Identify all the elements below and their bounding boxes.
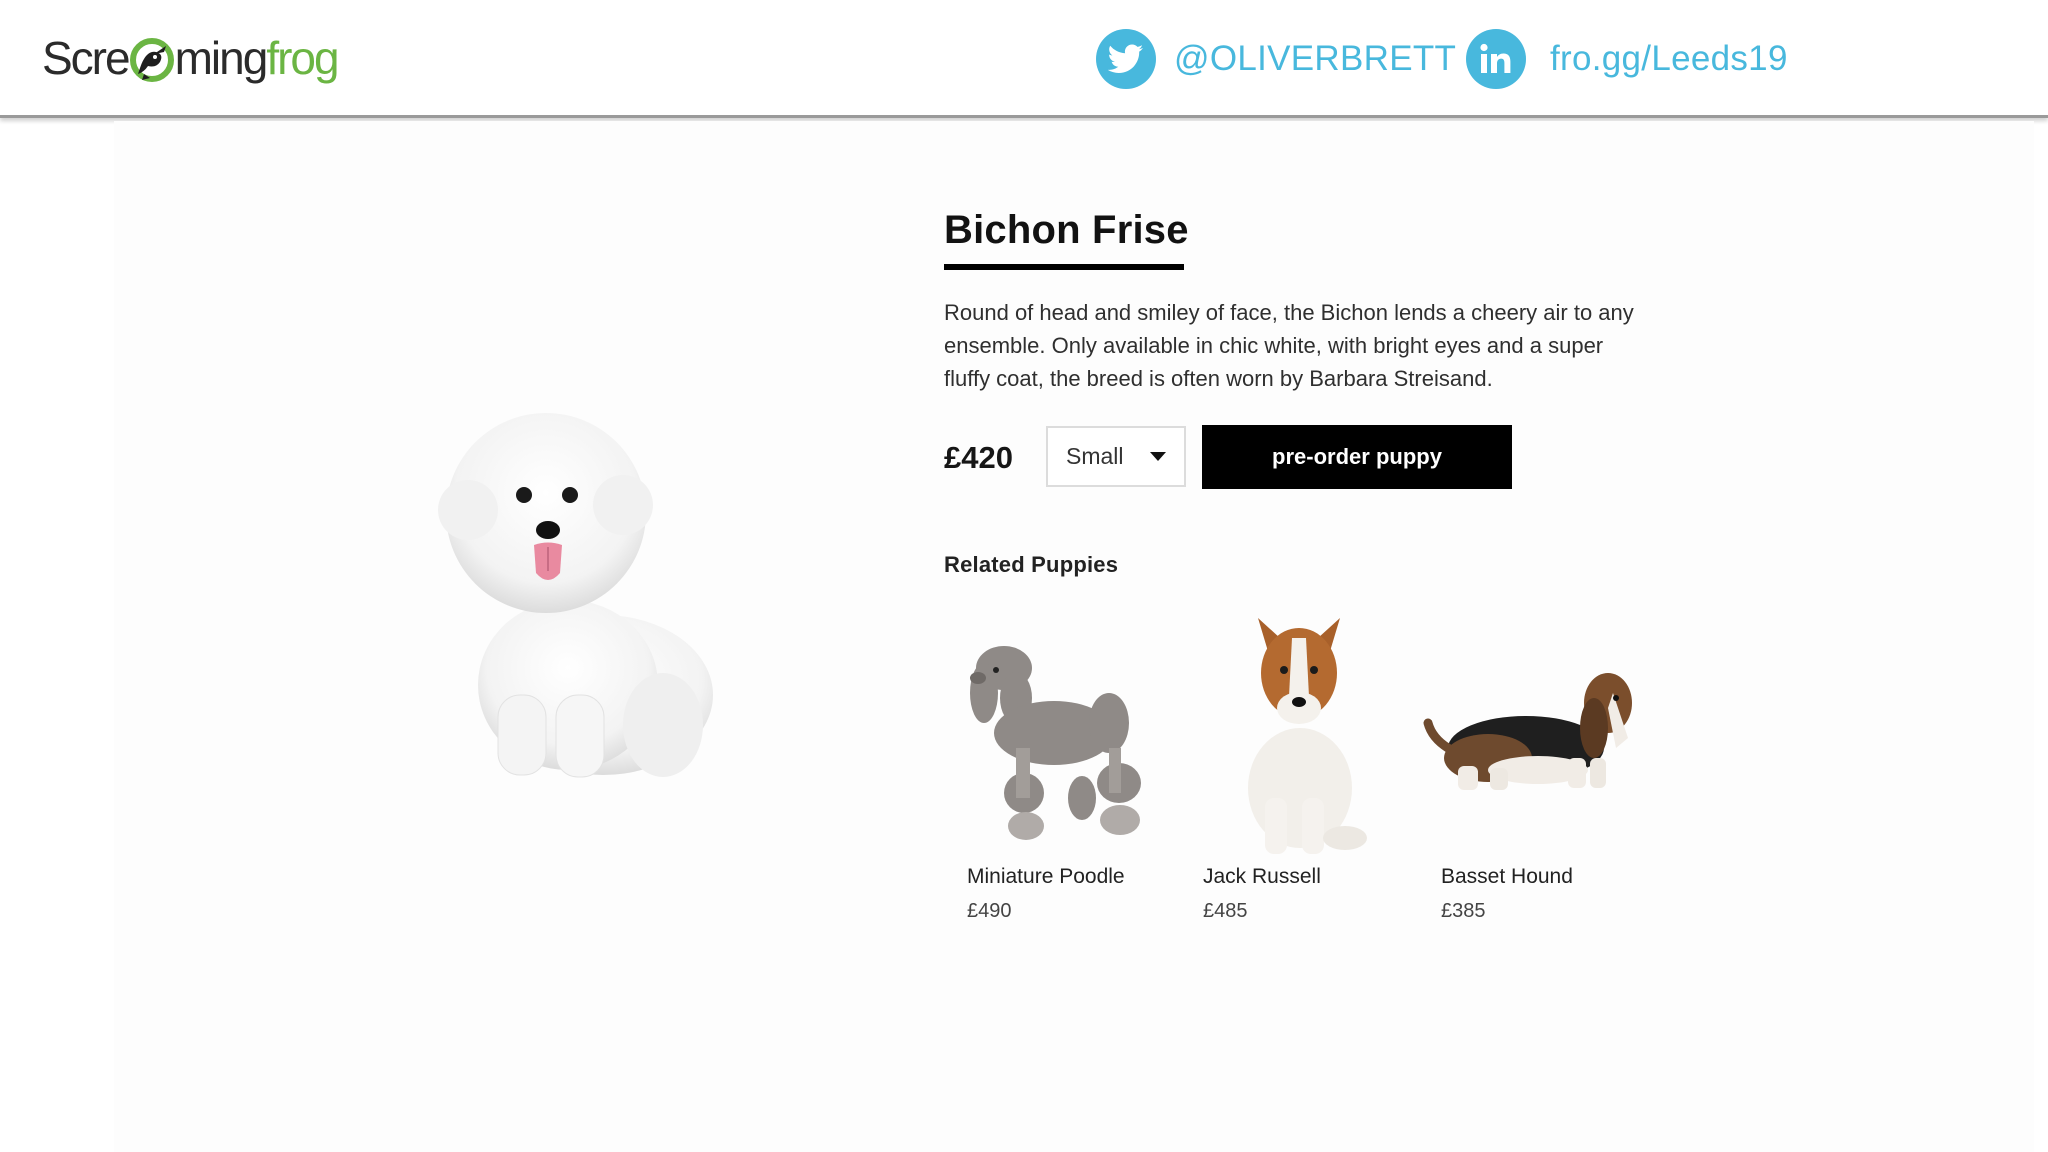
related-card-jack-russell[interactable]: Jack Russell £485 [1180,598,1400,922]
frog-icon [129,38,174,82]
basset-hound-image [1418,598,1638,858]
size-select[interactable]: Small [1046,426,1186,487]
linkedin-url: fro.gg/Leeds19 [1550,39,1788,78]
twitter-link[interactable]: @OLIVERBRETT [1096,29,1456,89]
linkedin-link[interactable]: fro.gg/Leeds19 [1466,29,1788,89]
title-underline [944,264,1184,270]
twitter-icon [1096,29,1156,89]
related-card-basset-hound[interactable]: Basset Hound £385 [1418,598,1638,922]
size-select-value: Small [1066,443,1124,469]
bichon-frise-image [428,395,728,790]
related-price: £385 [1441,900,1486,922]
product-title: Bichon Frise [944,208,1189,252]
related-name: Jack Russell [1203,865,1321,888]
logo-text-ming: ming [174,32,269,84]
related-price: £490 [967,900,1012,922]
jack-russell-image [1180,598,1400,858]
product-price: £420 [944,440,1013,475]
related-card-miniature-poodle[interactable]: Miniature Poodle £490 [944,598,1164,922]
linkedin-icon [1466,29,1526,89]
related-name: Miniature Poodle [967,865,1125,888]
related-price: £485 [1203,900,1248,922]
logo-text-scre: Scre [42,32,131,84]
twitter-handle: @OLIVERBRETT [1174,39,1457,78]
miniature-poodle-image [944,598,1164,858]
slide-header: Scre ming frog @OLIVERBRETT fro.gg/Leeds… [0,0,2048,118]
related-heading: Related Puppies [944,552,1119,577]
screaming-frog-logo[interactable]: Scre ming frog [42,30,340,86]
related-name: Basset Hound [1441,865,1573,888]
preorder-button[interactable]: pre-order puppy [1202,425,1512,489]
logo-text-frog: frog [266,32,339,84]
product-description: Round of head and smiley of face, the Bi… [944,300,1634,391]
chevron-down-icon [1150,452,1166,461]
